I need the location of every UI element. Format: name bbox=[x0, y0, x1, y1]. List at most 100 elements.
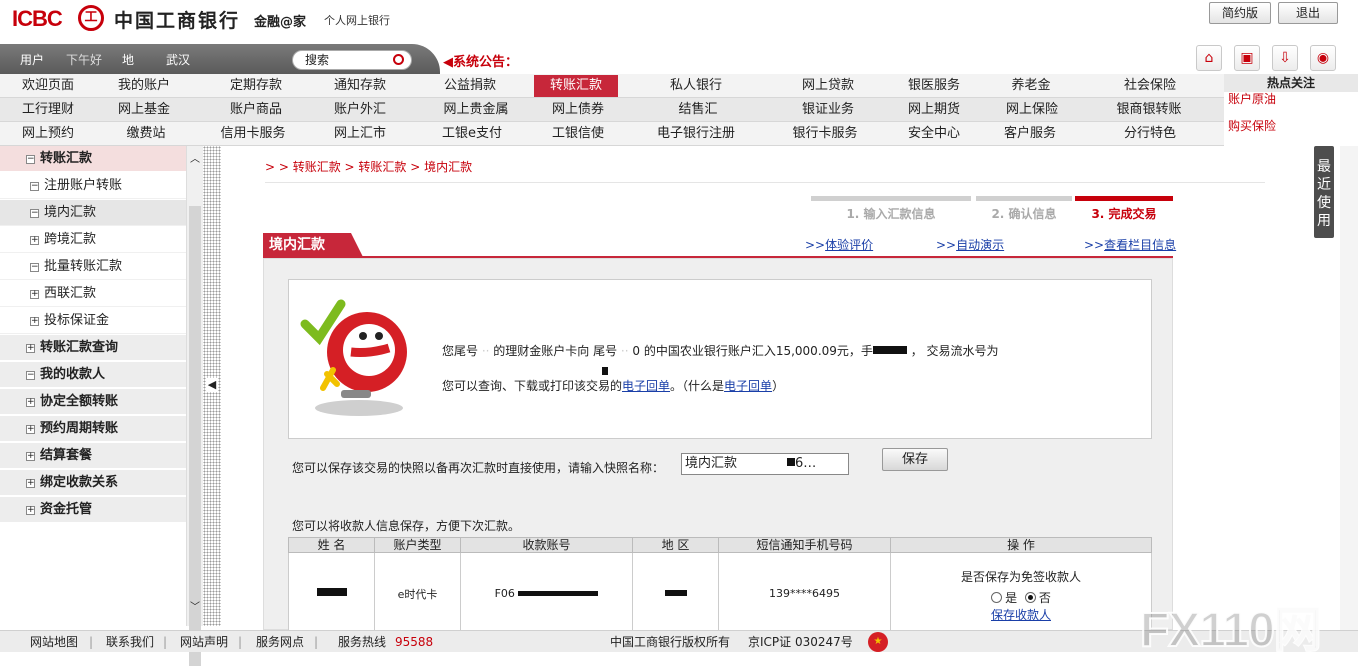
menu-item-2-9[interactable]: 客户服务 bbox=[998, 123, 1062, 145]
cart-icon[interactable]: ▣ bbox=[1234, 45, 1260, 71]
simple-version-button[interactable]: 简约版 bbox=[1209, 2, 1271, 24]
sidebar-section-1[interactable]: − 我的收款人 bbox=[0, 362, 186, 388]
expand-icon[interactable]: + bbox=[30, 317, 39, 326]
sidebar-section-label: 绑定收款关系 bbox=[40, 475, 119, 490]
menu-item-1-8[interactable]: 网上期货 bbox=[902, 99, 966, 121]
search-icon[interactable] bbox=[393, 54, 404, 65]
recent-used-tab[interactable]: 最近使用 bbox=[1314, 146, 1334, 238]
menu-item-1-6[interactable]: 结售汇 bbox=[670, 99, 726, 121]
collapse-icon[interactable]: − bbox=[30, 263, 39, 272]
sidebar-sub-item-3[interactable]: − 批量转账汇款 bbox=[0, 254, 186, 280]
menu-item-2-8[interactable]: 安全中心 bbox=[902, 123, 966, 145]
save-payee-link[interactable]: 保存收款人 bbox=[991, 608, 1051, 622]
expand-icon[interactable]: + bbox=[26, 398, 35, 407]
footer-outlets[interactable]: 服务网点 bbox=[256, 631, 304, 653]
menu-item-2-2[interactable]: 信用卡服务 bbox=[215, 123, 291, 145]
sidebar-section-5[interactable]: + 绑定收款关系 bbox=[0, 470, 186, 496]
sidebar-scrollbar[interactable]: ︿ ﹀ bbox=[186, 146, 203, 666]
footer-contact[interactable]: 联系我们 bbox=[106, 631, 154, 653]
menu-item-1-1[interactable]: 网上基金 bbox=[112, 99, 176, 121]
scrollbar-thumb[interactable] bbox=[189, 206, 201, 666]
main-scrollbar[interactable] bbox=[1340, 146, 1358, 630]
menu-item-2-1[interactable]: 缴费站 bbox=[118, 123, 174, 145]
menu-item-2-7[interactable]: 银行卡服务 bbox=[787, 123, 863, 145]
menu-item-1-4[interactable]: 网上贵金属 bbox=[436, 99, 516, 121]
collapse-icon[interactable]: − bbox=[30, 182, 39, 191]
sidebar-sub-item-2[interactable]: + 跨境汇款 bbox=[0, 227, 186, 253]
radio-no[interactable] bbox=[1024, 592, 1036, 603]
scroll-up-icon[interactable]: ︿ bbox=[190, 150, 200, 165]
sidebar-section-0[interactable]: + 转账汇款查询 bbox=[0, 335, 186, 361]
download-icon[interactable]: ⇩ bbox=[1272, 45, 1298, 71]
logout-button[interactable]: 退出 bbox=[1278, 2, 1338, 24]
menu-item-1-9[interactable]: 网上保险 bbox=[1000, 99, 1064, 121]
menu-item-0-8[interactable]: 银医服务 bbox=[902, 75, 966, 97]
menu-item-2-3[interactable]: 网上汇市 bbox=[328, 123, 392, 145]
sidebar-sub-item-5[interactable]: + 投标保证金 bbox=[0, 308, 186, 334]
menu-item-0-5[interactable]: 转账汇款 bbox=[534, 75, 618, 97]
system-notice[interactable]: ◀系统公告： bbox=[443, 51, 518, 70]
expand-icon[interactable]: + bbox=[30, 290, 39, 299]
sidebar-section-3[interactable]: + 预约周期转账 bbox=[0, 416, 186, 442]
e-receipt-link[interactable]: 电子回单 bbox=[622, 379, 670, 393]
menu-item-0-9[interactable]: 养老金 bbox=[1005, 75, 1057, 97]
menu-item-2-10[interactable]: 分行特色 bbox=[1116, 123, 1184, 145]
menu-item-0-6[interactable]: 私人银行 bbox=[660, 75, 732, 97]
expand-icon[interactable]: + bbox=[30, 236, 39, 245]
service-icon[interactable]: ◉ bbox=[1310, 45, 1336, 71]
demo-link[interactable]: >>自动演示 bbox=[936, 236, 1004, 253]
menu-item-0-3[interactable]: 通知存款 bbox=[328, 75, 392, 97]
menu-item-0-4[interactable]: 公益捐款 bbox=[438, 75, 502, 97]
menu-item-0-7[interactable]: 网上贷款 bbox=[792, 75, 864, 97]
column-info-link-text[interactable]: 查看栏目信息 bbox=[1104, 238, 1176, 252]
footer-statement[interactable]: 网站声明 bbox=[180, 631, 228, 653]
menu-item-2-4[interactable]: 工银e支付 bbox=[434, 123, 510, 145]
menu-item-0-10[interactable]: 社会保险 bbox=[1112, 75, 1188, 97]
breadcrumb[interactable]: > > 转账汇款 > 转账汇款 > 境内汇款 bbox=[265, 158, 472, 175]
home-icon[interactable]: ⌂ bbox=[1196, 45, 1222, 71]
notice-label: 系统公告： bbox=[453, 55, 519, 70]
sidebar-section-transfer[interactable]: − 转账汇款 bbox=[0, 146, 186, 172]
menu-item-1-3[interactable]: 账户外汇 bbox=[328, 99, 392, 121]
save-snapshot-button[interactable]: 保存 bbox=[882, 448, 948, 471]
menu-item-0-1[interactable]: 我的账户 bbox=[112, 75, 176, 97]
sidebar-section-6[interactable]: + 资金托管 bbox=[0, 497, 186, 523]
sidebar-section-4[interactable]: + 结算套餐 bbox=[0, 443, 186, 469]
snapshot-name-input[interactable]: 境内汇款 6… bbox=[681, 453, 849, 475]
footer-sitemap[interactable]: 网站地图 bbox=[30, 631, 78, 653]
sidebar-sub-item-0[interactable]: − 注册账户转账 bbox=[0, 173, 186, 199]
payee-op-cell: 是否保存为免签收款人 是 否 保存收款人 bbox=[890, 552, 1152, 635]
menu-item-1-10[interactable]: 银商银转账 bbox=[1105, 99, 1193, 121]
expand-icon[interactable]: + bbox=[26, 452, 35, 461]
collapse-icon[interactable]: − bbox=[30, 209, 39, 218]
feedback-link[interactable]: >>体验评价 bbox=[805, 236, 873, 253]
sidebar-section-2[interactable]: + 协定全额转账 bbox=[0, 389, 186, 415]
menu-item-2-0[interactable]: 网上预约 bbox=[18, 123, 78, 145]
expand-icon[interactable]: + bbox=[26, 479, 35, 488]
sidebar-sub-item-4[interactable]: + 西联汇款 bbox=[0, 281, 186, 307]
what-is-e-receipt-link[interactable]: 电子回单 bbox=[724, 379, 772, 393]
feedback-link-text[interactable]: 体验评价 bbox=[825, 238, 873, 252]
column-info-link[interactable]: >>查看栏目信息 bbox=[1084, 236, 1176, 253]
expand-icon[interactable]: + bbox=[26, 506, 35, 515]
menu-item-1-2[interactable]: 账户商品 bbox=[222, 99, 290, 121]
expand-icon[interactable]: + bbox=[26, 344, 35, 353]
menu-item-2-6[interactable]: 电子银行注册 bbox=[652, 123, 740, 145]
menu-item-0-2[interactable]: 定期存款 bbox=[222, 75, 290, 97]
hot-link-oil[interactable]: 账户原油 bbox=[1228, 90, 1276, 107]
expand-icon[interactable]: + bbox=[26, 425, 35, 434]
footer-hotline-label: 服务热线 bbox=[338, 635, 387, 649]
sidebar-sub-item-1[interactable]: − 境内汇款 bbox=[0, 200, 186, 226]
collapse-icon[interactable]: − bbox=[26, 371, 35, 380]
hot-link-insurance[interactable]: 购买保险 bbox=[1228, 117, 1276, 134]
menu-item-1-7[interactable]: 银证业务 bbox=[792, 99, 864, 121]
scroll-down-icon[interactable]: ﹀ bbox=[190, 598, 200, 613]
radio-yes[interactable] bbox=[991, 592, 1003, 603]
collapse-sidebar-icon[interactable]: ◀ bbox=[206, 378, 218, 392]
menu-item-1-0[interactable]: 工行理财 bbox=[18, 99, 78, 121]
menu-item-2-5[interactable]: 工银信使 bbox=[546, 123, 610, 145]
demo-link-text[interactable]: 自动演示 bbox=[956, 238, 1004, 252]
menu-item-0-0[interactable]: 欢迎页面 bbox=[18, 75, 78, 97]
collapse-icon[interactable]: − bbox=[26, 155, 35, 164]
menu-item-1-5[interactable]: 网上债券 bbox=[546, 99, 610, 121]
